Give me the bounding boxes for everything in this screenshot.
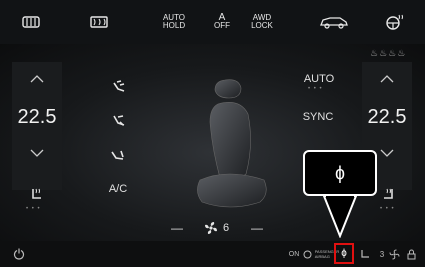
wireless-charging-icon: ɸ [341,248,347,259]
airflow-face-button[interactable] [103,74,133,100]
passenger-temperature: 22.5 [367,105,407,128]
passenger-seat-icon [356,241,372,267]
airflow-face-feet-button[interactable] [103,108,133,134]
power-icon [13,248,25,260]
top-bar: AUTO HOLD A OFF AWD LOCK [0,0,425,44]
fan-speed-value: 6 [222,222,230,234]
front-defrost-button[interactable] [76,4,121,40]
lock-icon [407,249,415,259]
power-button[interactable] [6,241,32,267]
awd-lock-button[interactable]: AWD LOCK [244,4,280,40]
rear-lock-button[interactable] [404,241,418,267]
rear-climate-button[interactable] [386,241,402,267]
heated-steering-icon [386,14,403,30]
vehicle-icon [320,17,348,29]
rear-fan-icon [389,249,399,259]
callout-arrow [322,196,358,238]
ac-button[interactable]: A/C [100,178,136,200]
airflow-feet-button[interactable] [103,142,133,168]
fan-icon [202,218,220,238]
sync-button[interactable]: SYNC [296,108,340,126]
chevron-up-icon [30,75,44,83]
rear-climate-label: 3 [379,249,385,259]
fan-increase-button[interactable]: — [246,218,268,238]
rear-defrost-icon [21,16,40,28]
climate-screen: AUTO HOLD A OFF AWD LOCK 22.5 • • • A/C … [0,0,425,267]
auto-level-dots: • • • [308,86,323,92]
airflow-face-icon [113,80,125,92]
rear-defrost-button[interactable] [8,4,53,40]
passenger-seat-heat-button[interactable] [375,183,403,207]
passenger-seat-heat-level: • • • [380,206,395,212]
heated-steering-wheel-button[interactable] [374,4,416,40]
seat-heat-icon [384,188,393,199]
auto-start-stop-off-button[interactable]: A OFF [205,4,239,40]
fan-decrease-button[interactable]: — [166,218,188,238]
seat-heat-icon [32,188,41,199]
airflow-feet-icon [111,150,124,160]
auto-hold-button[interactable]: AUTO HOLD [145,4,203,40]
chevron-down-icon [380,149,394,157]
driver-seat-heat-button[interactable] [22,183,50,207]
driver-seat-heat-level: • • • [26,206,41,212]
front-defrost-icon [89,16,108,28]
passenger-airbag-status: ON [288,250,300,258]
driver-temperature: 22.5 [17,105,57,128]
auto-stop-off-label: OFF [214,21,230,30]
wireless-charging-callout: ɸ [303,150,377,196]
wireless-charging-icon: ɸ [335,162,345,183]
passenger-temp-up-button[interactable] [372,68,402,90]
chevron-up-icon [380,75,394,83]
driver-temp-down-button[interactable] [22,142,52,164]
chevron-down-icon [30,149,44,157]
driver-temp-up-button[interactable] [22,68,52,90]
vehicle-settings-button[interactable] [308,4,360,40]
airbag-icon [302,241,312,267]
seat-graphic [197,79,267,208]
airflow-face-feet-icon [113,115,125,126]
passenger-seat-heat-indicators: ♨♨♨♨ [370,48,407,58]
wireless-charging-button[interactable]: ɸ [334,243,354,264]
